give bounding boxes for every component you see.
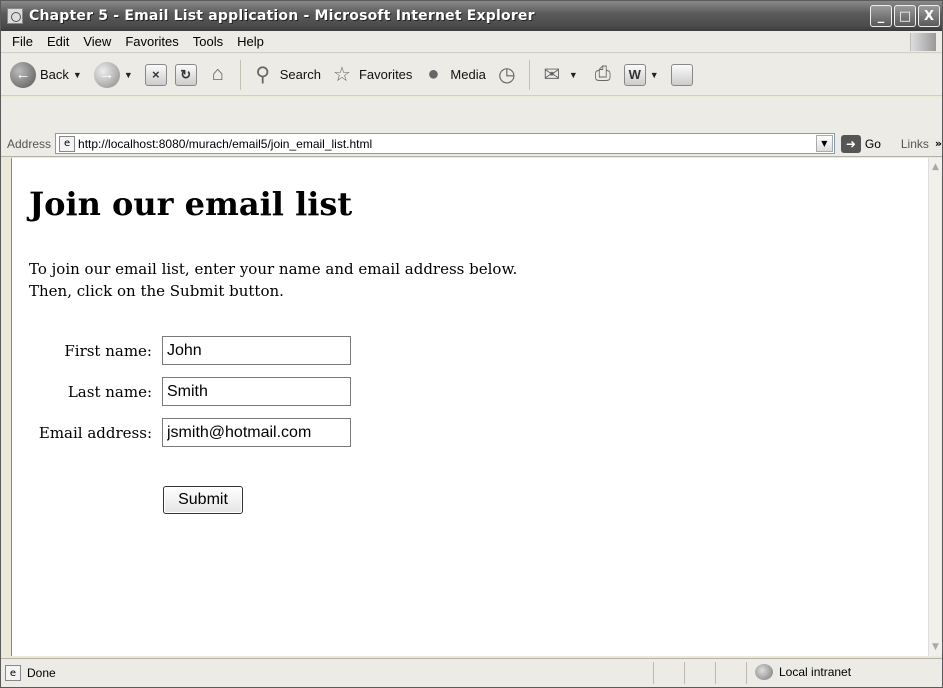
intro-text: To join our email list, enter your name … [29, 258, 517, 302]
menu-edit[interactable]: Edit [40, 34, 76, 49]
favorites-button[interactable]: ☆ Favorites [326, 58, 415, 92]
menu-bar: File Edit View Favorites Tools Help [1, 31, 942, 53]
security-zone: Local intranet [755, 664, 851, 680]
toolbar-separator [528, 59, 530, 90]
go-button[interactable]: ➜ Go [840, 134, 881, 153]
back-button[interactable]: ← Back ▼ [7, 58, 89, 92]
word-edit-icon: W [623, 63, 646, 86]
stop-icon: × [144, 63, 167, 86]
page-icon: e [59, 135, 76, 152]
go-label: Go [864, 136, 881, 151]
discuss-icon [670, 63, 693, 86]
window-title: Chapter 5 - Email List application - Mic… [29, 8, 535, 24]
media-button[interactable]: ● Media [417, 58, 488, 92]
standard-toolbar: ← Back ▼ → ▼ × ↻ ⌂ ⚲ Search ☆ Favorites … [1, 54, 942, 96]
status-bar: e Done Local intranet [1, 658, 942, 687]
refresh-icon: ↻ [174, 63, 197, 86]
home-icon: ⌂ [211, 63, 224, 85]
first-name-label: First name: [64, 341, 152, 360]
intranet-globe-icon [755, 664, 773, 680]
mail-button[interactable]: ✉ ▼ [536, 58, 585, 92]
windows-logo-icon [910, 33, 936, 51]
page-content: Join our email list To join our email li… [11, 158, 930, 656]
intro-line-1: To join our email list, enter your name … [29, 260, 518, 278]
submit-button[interactable]: Submit [163, 486, 243, 514]
search-label: Search [279, 67, 321, 82]
page-status-icon: e [5, 665, 21, 681]
address-label: Address [7, 136, 52, 151]
stop-button[interactable]: × [142, 58, 170, 92]
search-button[interactable]: ⚲ Search [247, 58, 324, 92]
forward-arrow-icon: → [93, 61, 120, 88]
back-label: Back [40, 67, 69, 82]
ie-page-icon [7, 8, 23, 24]
toolbar-gap [1, 97, 942, 131]
back-dropdown-icon[interactable]: ▼ [73, 70, 82, 80]
go-arrow-icon: ➜ [840, 134, 861, 153]
favorites-label: Favorites [358, 67, 413, 82]
links-label[interactable]: Links [901, 137, 929, 151]
home-button[interactable]: ⌂ [202, 58, 234, 92]
menu-tools[interactable]: Tools [186, 34, 230, 49]
last-name-label: Last name: [67, 382, 152, 401]
email-input[interactable] [162, 418, 351, 447]
status-text: Done [27, 666, 56, 680]
forward-dropdown-icon[interactable]: ▼ [124, 70, 133, 80]
first-name-row: First name: [12, 336, 351, 365]
address-url[interactable]: http://localhost:8080/murach/email5/join… [78, 137, 372, 151]
address-field[interactable]: e http://localhost:8080/murach/email5/jo… [55, 133, 835, 154]
edit-button[interactable]: W ▼ [621, 58, 666, 92]
menu-help[interactable]: Help [230, 34, 271, 49]
mail-dropdown-icon[interactable]: ▼ [569, 70, 578, 80]
media-icon: ● [427, 63, 440, 85]
search-icon: ⚲ [255, 64, 271, 86]
status-divider [653, 662, 654, 684]
address-dropdown-icon[interactable]: ▼ [815, 135, 833, 152]
toolbar-separator [239, 59, 241, 90]
page-title: Join our email list [29, 185, 353, 223]
edit-dropdown-icon[interactable]: ▼ [650, 70, 659, 80]
history-button[interactable]: ◷ [491, 58, 523, 92]
close-button[interactable]: X [918, 5, 940, 27]
menu-file[interactable]: File [5, 34, 40, 49]
menu-favorites[interactable]: Favorites [118, 34, 185, 49]
browser-window: Chapter 5 - Email List application - Mic… [0, 0, 943, 688]
links-chevron-icon[interactable]: » [935, 137, 942, 150]
history-icon: ◷ [498, 64, 516, 86]
scroll-down-icon[interactable]: ▼ [929, 640, 942, 654]
address-bar: Address e http://localhost:8080/murach/e… [1, 131, 942, 157]
mail-icon: ✉ [543, 64, 561, 86]
last-name-row: Last name: [12, 377, 351, 406]
minimize-button[interactable]: _ [870, 5, 892, 27]
forward-button[interactable]: → ▼ [91, 58, 140, 92]
vertical-scrollbar[interactable]: ▲ ▼ [928, 158, 942, 656]
title-bar: Chapter 5 - Email List application - Mic… [1, 1, 942, 31]
status-divider [684, 662, 685, 684]
print-button[interactable]: ⎙ [587, 58, 619, 92]
status-divider [746, 662, 747, 684]
menu-view[interactable]: View [76, 34, 118, 49]
window-controls: _ □ X [870, 5, 940, 27]
maximize-button[interactable]: □ [894, 5, 916, 27]
first-name-input[interactable] [162, 336, 351, 365]
media-label: Media [450, 67, 486, 82]
last-name-input[interactable] [162, 377, 351, 406]
email-label: Email address: [38, 423, 152, 442]
email-row: Email address: [12, 418, 351, 447]
intro-line-2: Then, click on the Submit button. [29, 282, 284, 300]
refresh-button[interactable]: ↻ [172, 58, 200, 92]
favorites-star-icon: ☆ [332, 64, 351, 86]
print-icon: ⎙ [594, 63, 611, 85]
discuss-button[interactable] [668, 58, 696, 92]
zone-label: Local intranet [779, 665, 852, 679]
status-divider [715, 662, 716, 684]
back-arrow-icon: ← [10, 61, 36, 88]
scroll-up-icon[interactable]: ▲ [929, 160, 942, 174]
